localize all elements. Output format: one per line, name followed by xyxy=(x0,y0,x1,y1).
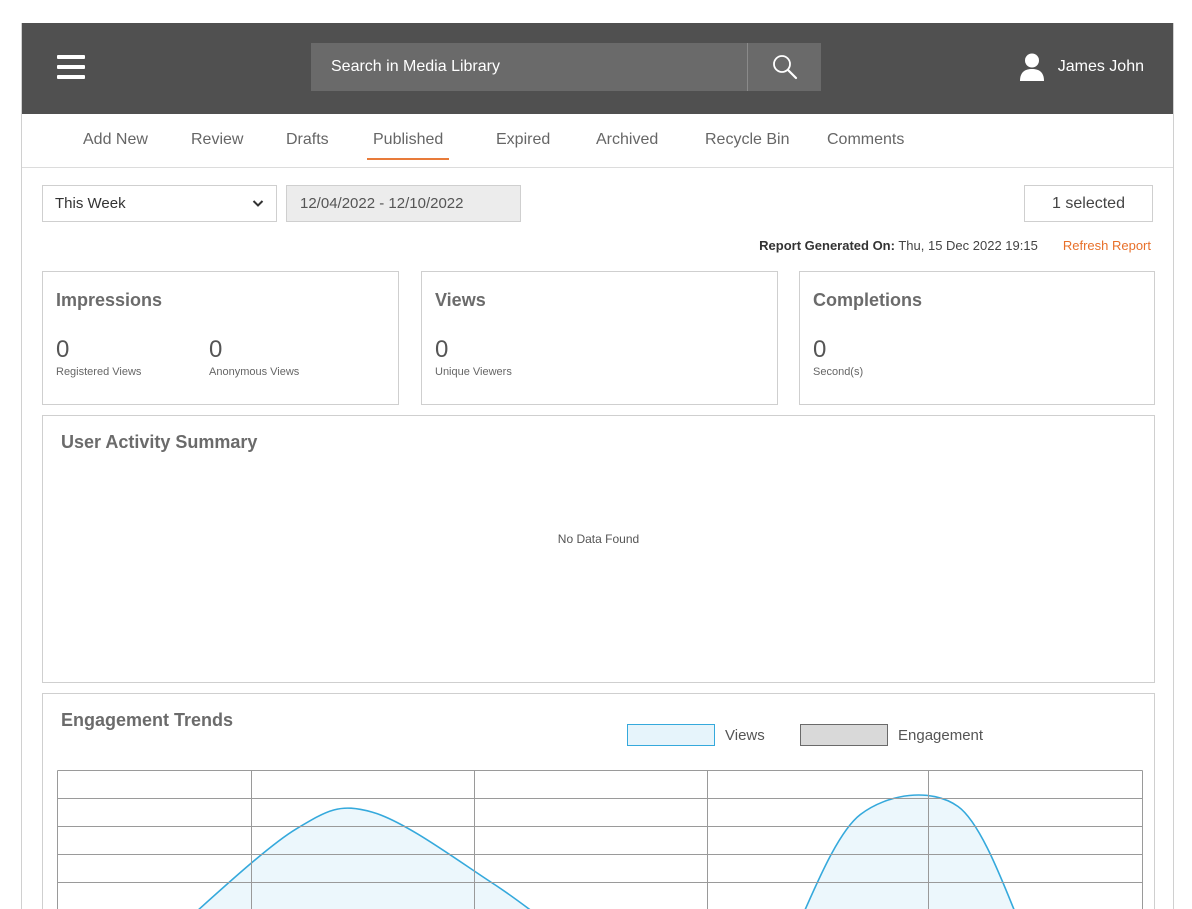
completion-seconds-metric: 0 Second(s) xyxy=(813,336,864,379)
tab-published[interactable]: Published xyxy=(366,131,450,160)
completion-seconds-value: 0 xyxy=(813,336,827,363)
report-info: Report Generated On: Thu, 15 Dec 2022 19… xyxy=(759,238,1151,253)
user-name: James John xyxy=(1057,58,1144,75)
tab-review[interactable]: Review xyxy=(191,131,243,149)
legend-engagement-swatch xyxy=(800,724,888,746)
tab-bar: Add New Review Drafts Published Expired … xyxy=(22,114,1173,168)
selection-button[interactable]: 1 selected xyxy=(1024,185,1153,222)
date-range-field: 12/04/2022 - 12/10/2022 xyxy=(286,185,521,222)
anonymous-views-metric: 0 Anonymous Views xyxy=(209,336,300,379)
tab-drafts[interactable]: Drafts xyxy=(286,131,329,149)
tab-add-new[interactable]: Add New xyxy=(83,131,148,149)
user-menu[interactable]: James John xyxy=(1019,53,1144,81)
search-input[interactable] xyxy=(311,43,747,91)
tab-recycle-bin[interactable]: Recycle Bin xyxy=(705,131,789,149)
legend-views-swatch xyxy=(627,724,715,746)
top-bar: James John xyxy=(22,23,1173,114)
user-icon xyxy=(1019,53,1044,81)
user-activity-title: User Activity Summary xyxy=(61,432,258,452)
legend-engagement: Engagement xyxy=(800,724,983,746)
completion-seconds-label: Second(s) xyxy=(813,366,864,378)
report-generated: Report Generated On: Thu, 15 Dec 2022 19… xyxy=(759,238,1038,253)
chevron-down-icon xyxy=(252,200,264,207)
tab-archived[interactable]: Archived xyxy=(596,131,658,149)
registered-views-value: 0 xyxy=(56,336,70,363)
tab-expired[interactable]: Expired xyxy=(496,131,550,149)
engagement-panel: Engagement Trends Views Engagement xyxy=(42,693,1155,909)
anonymous-views-value: 0 xyxy=(209,336,223,363)
period-select-value: This Week xyxy=(55,195,126,212)
user-activity-panel: User Activity Summary No Data Found xyxy=(42,415,1155,683)
registered-views-label: Registered Views xyxy=(56,366,142,378)
views-title: Views xyxy=(435,290,486,310)
app-frame: James John Add New Review Drafts Publish… xyxy=(21,23,1174,909)
legend-views-label: Views xyxy=(725,726,765,744)
completions-title: Completions xyxy=(813,290,923,310)
menu-icon[interactable] xyxy=(57,55,85,81)
anonymous-views-label: Anonymous Views xyxy=(209,366,300,378)
no-data-message: No Data Found xyxy=(557,532,640,546)
engagement-chart xyxy=(57,770,1143,909)
report-generated-label: Report Generated On: xyxy=(759,238,895,253)
search-button[interactable] xyxy=(747,43,821,91)
search-bar xyxy=(311,43,821,91)
report-timestamp: Thu, 15 Dec 2022 19:15 xyxy=(898,238,1038,253)
unique-viewers-value: 0 xyxy=(435,336,449,363)
registered-views-metric: 0 Registered Views xyxy=(56,336,142,379)
refresh-report-link[interactable]: Refresh Report xyxy=(1063,238,1151,253)
unique-viewers-metric: 0 Unique Viewers xyxy=(435,336,512,379)
unique-viewers-label: Unique Viewers xyxy=(435,366,512,378)
search-icon xyxy=(772,55,797,80)
engagement-title: Engagement Trends xyxy=(61,710,234,730)
tab-comments[interactable]: Comments xyxy=(827,131,904,149)
period-select[interactable]: This Week xyxy=(42,185,277,222)
impressions-card: Impressions 0 Registered Views 0 Anonymo… xyxy=(42,271,399,405)
legend-views: Views xyxy=(627,724,765,746)
views-card: Views 0 Unique Viewers xyxy=(421,271,778,405)
completions-card: Completions 0 Second(s) xyxy=(799,271,1155,405)
impressions-title: Impressions xyxy=(56,290,163,310)
legend-engagement-label: Engagement xyxy=(898,726,984,744)
